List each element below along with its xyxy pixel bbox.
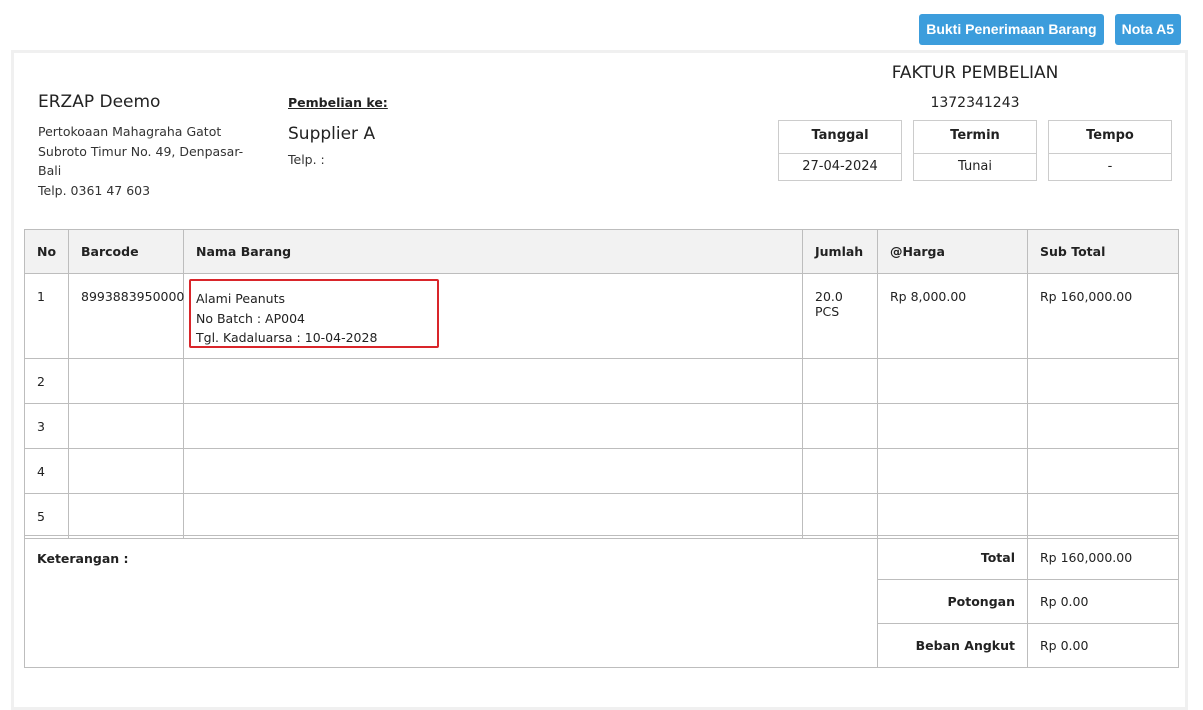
tanggal-value: 27-04-2024 bbox=[802, 159, 878, 174]
item-batch: No Batch : AP004 bbox=[196, 310, 306, 326]
row-quantity bbox=[802, 493, 878, 539]
table-header-row: No Barcode Nama Barang Jumlah @Harga Sub… bbox=[24, 229, 1179, 274]
company-address: Pertokoaan Mahagraha Gatot Subroto Timur… bbox=[38, 122, 258, 200]
tanggal-box: Tanggal 27-04-2024 bbox=[778, 120, 902, 181]
row-barcode bbox=[68, 358, 184, 404]
beban-angkut-value: Rp 0.00 bbox=[1027, 623, 1179, 668]
row-barcode: 8993883950000 bbox=[68, 273, 184, 359]
potongan-value: Rp 0.00 bbox=[1027, 579, 1179, 624]
row-barcode bbox=[68, 403, 184, 449]
company-info: ERZAP Deemo Pertokoaan Mahagraha Gatot S… bbox=[38, 92, 258, 200]
items-table: No Barcode Nama Barang Jumlah @Harga Sub… bbox=[24, 229, 1179, 539]
tanggal-label: Tanggal bbox=[779, 121, 901, 154]
row-item-details bbox=[183, 358, 803, 404]
item-expiry: Tgl. Kadaluarsa : 10-04-2028 bbox=[196, 330, 378, 345]
tempo-box: Tempo - bbox=[1048, 120, 1172, 181]
summary-row-total: Keterangan : Total Rp 160,000.00 bbox=[24, 535, 1179, 668]
row-subtotal bbox=[1027, 403, 1179, 449]
row-subtotal bbox=[1027, 358, 1179, 404]
row-item-details: Alami Peanuts No Batch : AP004 Tgl. Kada… bbox=[183, 273, 803, 359]
column-header-nama-barang: Nama Barang bbox=[183, 229, 803, 274]
table-row: 5 bbox=[24, 493, 1179, 539]
row-price: Rp 8,000.00 bbox=[877, 273, 1028, 359]
table-row: 3 bbox=[24, 403, 1179, 449]
tempo-value: - bbox=[1107, 159, 1113, 174]
row-barcode bbox=[68, 493, 184, 539]
row-subtotal: Rp 160,000.00 bbox=[1027, 273, 1179, 359]
termin-label: Termin bbox=[914, 121, 1036, 154]
row-price bbox=[877, 493, 1028, 539]
keterangan-label: Keterangan : bbox=[24, 535, 878, 668]
row-number: 2 bbox=[24, 358, 69, 404]
company-name: ERZAP Deemo bbox=[38, 92, 161, 112]
invoice-title: FAKTUR PEMBELIAN bbox=[891, 63, 1059, 83]
row-subtotal bbox=[1027, 493, 1179, 539]
row-quantity: 20.0 PCS bbox=[802, 273, 878, 359]
column-header-sub-total: Sub Total bbox=[1027, 229, 1179, 274]
table-row: 4 bbox=[24, 448, 1179, 494]
row-price bbox=[877, 358, 1028, 404]
company-address-line: Pertokoaan Mahagraha Gatot bbox=[38, 124, 222, 139]
supplier-name: Supplier A bbox=[288, 124, 376, 144]
row-number: 3 bbox=[24, 403, 69, 449]
termin-box: Termin Tunai bbox=[913, 120, 1037, 181]
row-number: 5 bbox=[24, 493, 69, 539]
row-quantity bbox=[802, 403, 878, 449]
pembelian-ke-label: Pembelian ke: bbox=[288, 95, 388, 110]
table-row: 1 8993883950000 Alami Peanuts No Batch :… bbox=[24, 273, 1179, 359]
row-item-details bbox=[183, 493, 803, 539]
summary-table: Keterangan : Total Rp 160,000.00 Potonga… bbox=[24, 535, 1179, 668]
column-header-no: No bbox=[24, 229, 69, 274]
row-quantity bbox=[802, 448, 878, 494]
company-address-line: Bali bbox=[38, 163, 62, 178]
row-price bbox=[877, 448, 1028, 494]
company-phone: Telp. 0361 47 603 bbox=[38, 182, 151, 198]
toolbar: Bukti Penerimaan Barang Nota A5 bbox=[919, 14, 1181, 45]
row-price bbox=[877, 403, 1028, 449]
column-header-jumlah: Jumlah bbox=[802, 229, 878, 274]
row-barcode bbox=[68, 448, 184, 494]
tempo-label: Tempo bbox=[1049, 121, 1171, 154]
supplier-phone: Telp. : bbox=[288, 152, 325, 167]
row-subtotal bbox=[1027, 448, 1179, 494]
nota-a5-button[interactable]: Nota A5 bbox=[1114, 14, 1181, 45]
company-address-line: Subroto Timur No. 49, Denpasar- bbox=[38, 143, 244, 159]
table-row: 2 bbox=[24, 358, 1179, 404]
potongan-label: Potongan bbox=[877, 579, 1028, 624]
row-item-details bbox=[183, 448, 803, 494]
item-name: Alami Peanuts bbox=[196, 291, 286, 306]
total-value: Rp 160,000.00 bbox=[1027, 535, 1179, 580]
invoice-number: 1372341243 bbox=[930, 95, 1020, 111]
bukti-penerimaan-barang-button[interactable]: Bukti Penerimaan Barang bbox=[919, 14, 1104, 45]
termin-value: Tunai bbox=[957, 159, 993, 174]
column-header-harga: @Harga bbox=[877, 229, 1028, 274]
row-quantity bbox=[802, 358, 878, 404]
row-item-details bbox=[183, 403, 803, 449]
total-label: Total bbox=[877, 535, 1028, 580]
row-number: 1 bbox=[24, 273, 69, 359]
supplier-info: Pembelian ke: Supplier A Telp. : bbox=[288, 95, 388, 167]
row-number: 4 bbox=[24, 448, 69, 494]
beban-angkut-label: Beban Angkut bbox=[877, 623, 1028, 668]
column-header-barcode: Barcode bbox=[68, 229, 184, 274]
